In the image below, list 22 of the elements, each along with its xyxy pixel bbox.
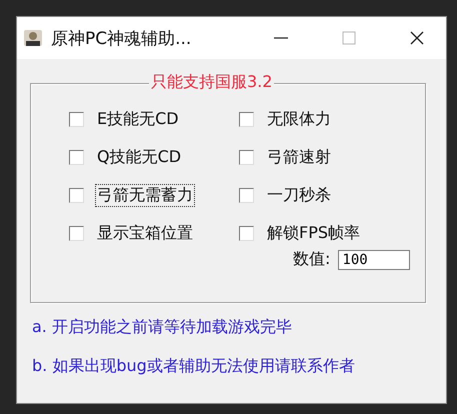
value-label: 数值: xyxy=(293,249,330,270)
checkbox[interactable] xyxy=(239,112,254,127)
checkbox[interactable] xyxy=(69,150,84,165)
option-checkbox[interactable]: 弓箭速射 xyxy=(239,146,409,169)
option-checkbox[interactable]: 显示宝箱位置 xyxy=(69,222,239,245)
checkbox[interactable] xyxy=(239,188,254,203)
checkbox[interactable] xyxy=(69,188,84,203)
option-checkbox[interactable]: E技能无CD xyxy=(69,108,239,131)
app-icon xyxy=(23,28,43,48)
checkbox[interactable] xyxy=(239,150,254,165)
window-title: 原神PC神魂辅助... xyxy=(51,28,192,50)
option-checkbox[interactable]: 无限体力 xyxy=(239,108,409,131)
close-icon[interactable] xyxy=(410,31,424,45)
checkbox[interactable] xyxy=(69,112,84,127)
option-checkbox[interactable]: Q技能无CD xyxy=(69,146,239,169)
option-checkbox[interactable]: 解锁FPS帧率 xyxy=(239,222,409,245)
value-field[interactable]: 100 xyxy=(338,250,410,270)
note-text: a. 开启功能之前请等待加载游戏完毕 xyxy=(32,317,293,338)
option-checkbox[interactable]: 一刀秒杀 xyxy=(239,184,409,207)
checkbox[interactable] xyxy=(69,226,84,241)
checkbox[interactable] xyxy=(239,226,254,241)
note-text: b. 如果出现bug或者辅助无法使用请联系作者 xyxy=(32,356,356,377)
